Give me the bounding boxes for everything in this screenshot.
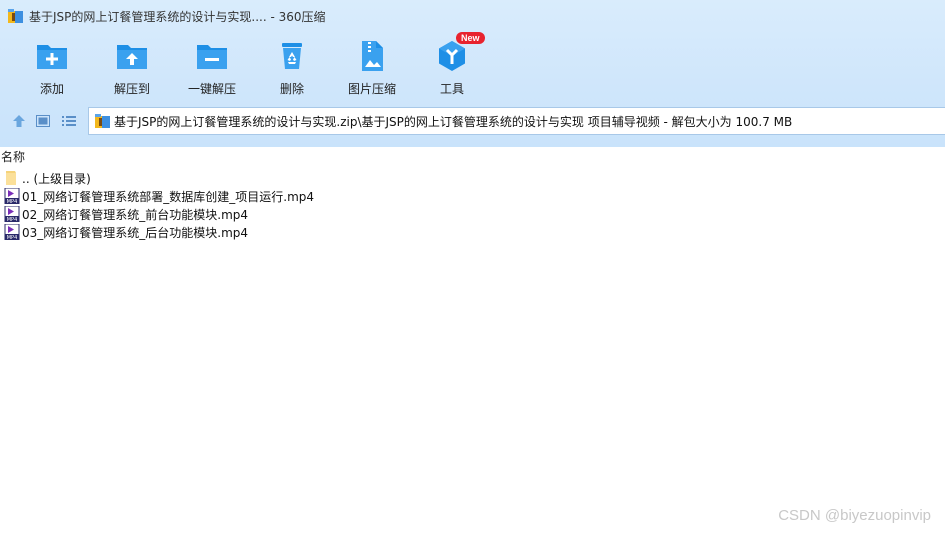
main-toolbar: 添加 解压到 一键解压 删除 图片压缩 New 工具 [12, 32, 492, 100]
column-header-name[interactable]: 名称 [1, 148, 25, 165]
add-button-label: 添加 [39, 82, 64, 96]
address-path: 基于JSP的网上订餐管理系统的设计与实现.zip\基于JSP的网上订餐管理系统的… [114, 114, 793, 129]
address-bar[interactable]: 基于JSP的网上订餐管理系统的设计与实现.zip\基于JSP的网上订餐管理系统的… [88, 107, 945, 135]
list-view-icon [62, 116, 76, 126]
list-item[interactable]: MP4 03_网络订餐管理系统_后台功能模块.mp4 [0, 223, 945, 241]
file-list: .. (上级目录) MP4 01_网络订餐管理系统部署_数据库创建_项目运行.m… [0, 169, 945, 241]
quick-extract-button[interactable]: 一键解压 [172, 36, 252, 100]
list-view-button[interactable] [58, 110, 80, 132]
svg-text:MP4: MP4 [7, 217, 18, 222]
tools-icon [439, 41, 465, 71]
thumbnail-view-button[interactable] [32, 110, 54, 132]
archive-icon [95, 114, 110, 128]
svg-text:MP4: MP4 [7, 199, 18, 204]
top-panel: 基于JSP的网上订餐管理系统的设计与实现.... - 360压缩 添加 解压到 [0, 0, 945, 147]
list-item-name: 01_网络订餐管理系统部署_数据库创建_项目运行.mp4 [22, 189, 315, 204]
mp4-file-icon: MP4 [4, 206, 20, 222]
svg-text:MP4: MP4 [7, 235, 18, 240]
new-badge: New [456, 32, 485, 44]
tools-button-label: 工具 [439, 82, 464, 96]
folder-icon [6, 171, 16, 185]
quick-extract-button-label: 一键解压 [187, 82, 236, 96]
list-item-parent[interactable]: .. (上级目录) [0, 169, 945, 187]
window-title: 基于JSP的网上订餐管理系统的设计与实现.... - 360压缩 [29, 9, 326, 24]
add-button[interactable]: 添加 [12, 36, 92, 100]
extract-to-button-label: 解压到 [113, 82, 150, 96]
list-item-name: 03_网络订餐管理系统_后台功能模块.mp4 [22, 225, 249, 240]
image-compress-button[interactable]: 图片压缩 [332, 36, 412, 100]
image-compress-button-label: 图片压缩 [347, 82, 396, 96]
folder-extract-icon [117, 45, 147, 69]
extract-to-button[interactable]: 解压到 [92, 36, 172, 100]
title-bar: 基于JSP的网上订餐管理系统的设计与实现.... - 360压缩 [0, 0, 945, 32]
thumbnail-view-icon [36, 115, 50, 127]
column-header: 名称 [0, 147, 945, 165]
arrow-up-icon [13, 115, 25, 127]
list-item-name: .. (上级目录) [22, 171, 91, 186]
list-item[interactable]: MP4 02_网络订餐管理系统_前台功能模块.mp4 [0, 205, 945, 223]
delete-button-label: 删除 [279, 82, 304, 96]
mp4-file-icon: MP4 [4, 224, 20, 240]
list-item-name: 02_网络订餐管理系统_前台功能模块.mp4 [22, 207, 249, 222]
mp4-file-icon: MP4 [4, 188, 20, 204]
folder-add-icon [37, 45, 67, 69]
image-compress-icon [362, 41, 383, 71]
watermark: CSDN @biyezuopinvip [778, 507, 931, 524]
archive-app-icon [8, 9, 23, 23]
tools-button[interactable]: New 工具 [412, 32, 492, 100]
list-item[interactable]: MP4 01_网络订餐管理系统部署_数据库创建_项目运行.mp4 [0, 187, 945, 205]
folder-quick-extract-icon [197, 45, 227, 69]
delete-button[interactable]: 删除 [252, 36, 332, 100]
up-level-button[interactable] [8, 110, 30, 132]
recycle-bin-icon [282, 43, 302, 69]
